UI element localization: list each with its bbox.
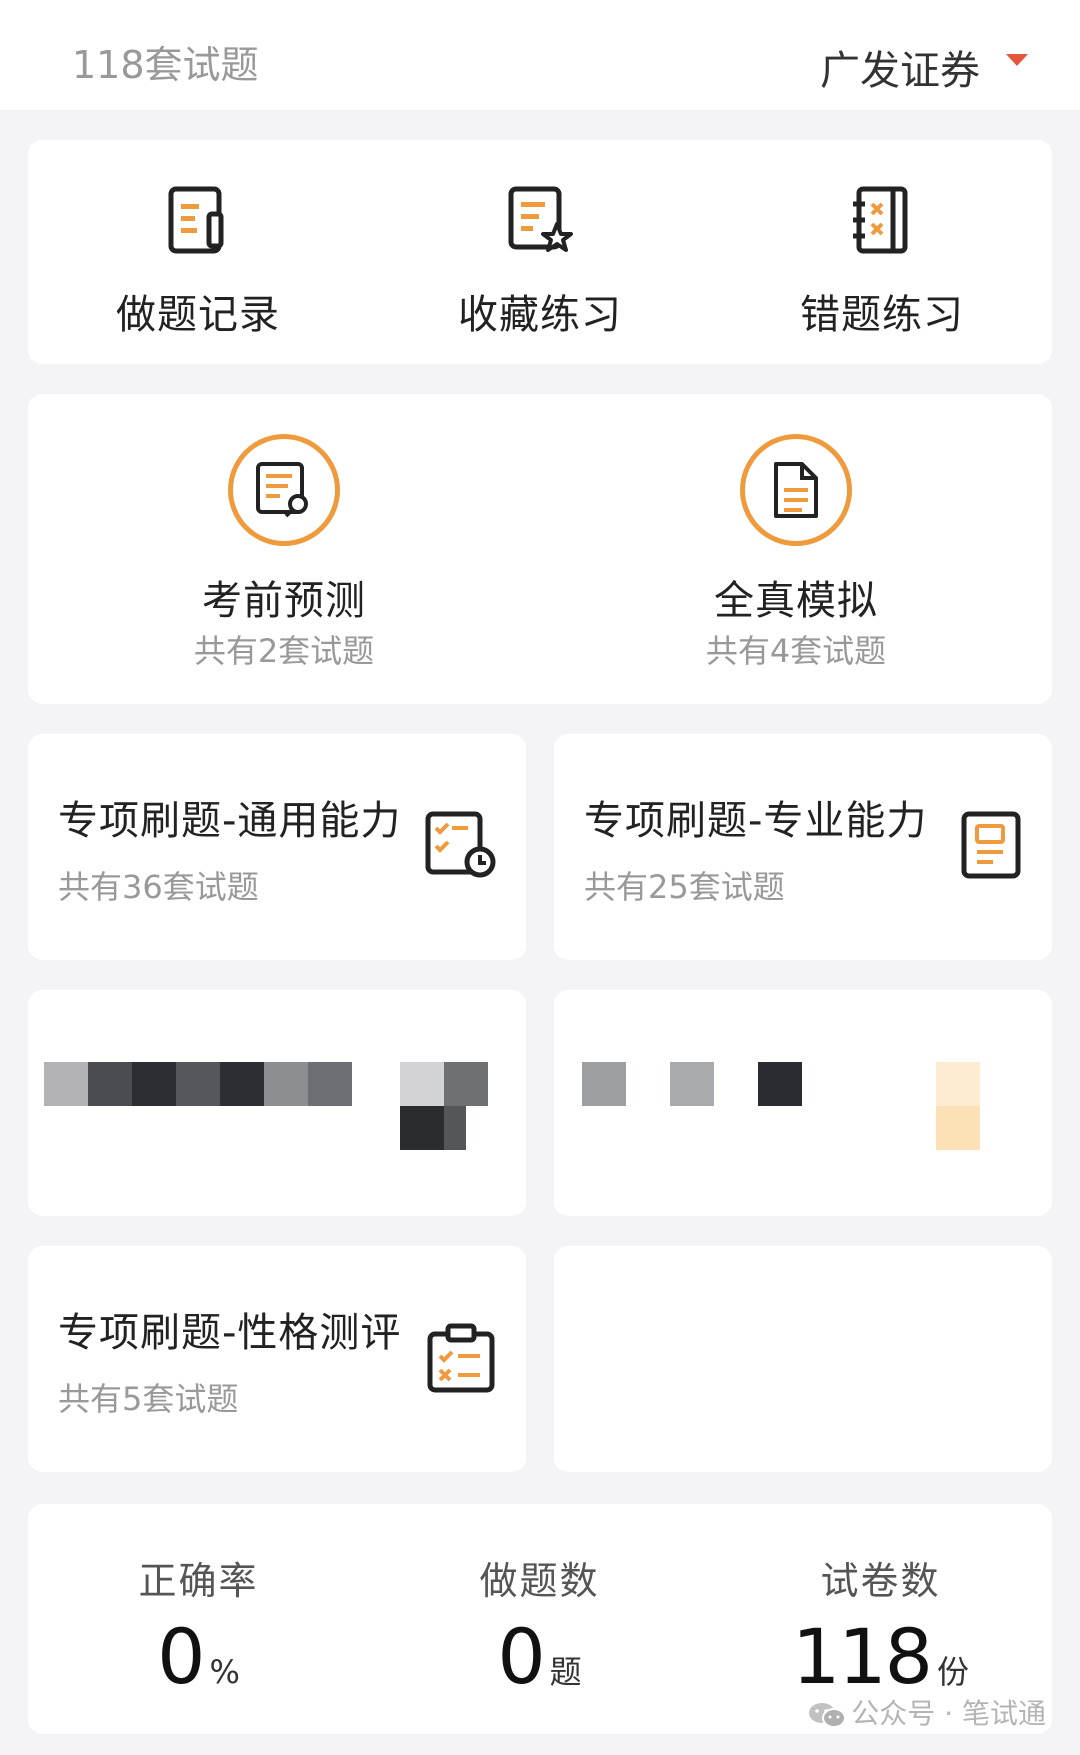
full-simulation-subtitle: 共有4套试题 <box>705 632 887 670</box>
obscured-card-right[interactable] <box>554 990 1052 1216</box>
notebook-x-icon <box>853 186 908 254</box>
wrong-questions-button[interactable]: 错题练习 <box>712 140 1052 364</box>
special-professional-ability[interactable]: 专项刷题-专业能力 共有25套试题 <box>554 734 1052 960</box>
pixel-block <box>400 1106 444 1150</box>
watermark: 公众号 · 笔试通 <box>807 1692 1046 1732</box>
papers-unit: 份 <box>937 1653 970 1691</box>
pixel-block <box>670 1062 714 1106</box>
document-icon <box>774 462 818 518</box>
test-types-card: 考前预测 共有2套试题 全真模拟 共有4套试题 <box>28 394 1052 704</box>
special-personality-test[interactable]: 专项刷题-性格测评 共有5套试题 <box>28 1246 526 1472</box>
doc-pencil-icon <box>168 186 224 254</box>
papers-value: 118 <box>791 1612 933 1701</box>
special-general-subtitle: 共有36套试题 <box>58 868 259 906</box>
pixel-block <box>88 1062 132 1106</box>
pre-exam-subtitle: 共有2套试题 <box>193 632 375 670</box>
pixel-block <box>308 1062 352 1106</box>
special-personality-subtitle: 共有5套试题 <box>58 1380 239 1418</box>
quick-actions-card: 做题记录 收藏练习 错题练习 <box>28 140 1052 364</box>
obscured-card-left[interactable] <box>28 990 526 1216</box>
special-professional-subtitle: 共有25套试题 <box>584 868 785 906</box>
full-simulation-title: 全真模拟 <box>714 578 878 624</box>
empty-card <box>554 1246 1052 1472</box>
favorite-label: 收藏练习 <box>458 292 622 338</box>
special-general-title: 专项刷题-通用能力 <box>58 798 402 844</box>
pixel-block <box>582 1062 626 1106</box>
special-general-ability[interactable]: 专项刷题-通用能力 共有36套试题 <box>28 734 526 960</box>
full-simulation[interactable]: 全真模拟 共有4套试题 <box>540 394 1052 704</box>
circle-badge <box>740 434 852 546</box>
test-count: 118套试题 <box>72 43 259 87</box>
record-label: 做题记录 <box>116 292 280 338</box>
accuracy-value: 0 <box>157 1612 205 1701</box>
questions-done-stat: 做题数 0题 <box>369 1504 710 1734</box>
pixel-block <box>444 1106 466 1150</box>
accuracy-label: 正确率 <box>138 1559 259 1603</box>
questions-done-value: 0 <box>497 1612 545 1701</box>
accuracy-unit: % <box>209 1653 240 1691</box>
pixel-block <box>132 1062 176 1106</box>
pre-exam-prediction[interactable]: 考前预测 共有2套试题 <box>28 394 540 704</box>
pixel-block <box>400 1062 444 1106</box>
profile-doc-icon <box>961 811 1021 879</box>
wechat-icon <box>809 1703 847 1728</box>
pixel-block <box>936 1062 980 1106</box>
checklist-clock-icon <box>425 811 496 878</box>
watermark-text: 公众号 · 笔试通 <box>851 1697 1046 1730</box>
caret-down-icon[interactable] <box>1006 54 1028 66</box>
pixel-block <box>264 1062 308 1106</box>
favorite-button[interactable]: 收藏练习 <box>370 140 710 364</box>
wrong-questions-label: 错题练习 <box>800 292 964 338</box>
pre-exam-title: 考前预测 <box>202 578 366 624</box>
doc-search-icon <box>256 462 308 518</box>
pixel-block <box>936 1106 980 1150</box>
circle-badge <box>228 434 340 546</box>
clipboard-check-icon <box>427 1323 495 1393</box>
doc-star-icon <box>508 186 573 252</box>
special-professional-title: 专项刷题-专业能力 <box>584 798 928 844</box>
record-button[interactable]: 做题记录 <box>28 140 368 364</box>
header-bar: 118套试题 广发证券 <box>0 0 1080 110</box>
pixel-block <box>444 1062 488 1106</box>
questions-done-label: 做题数 <box>479 1559 600 1603</box>
pixel-block <box>44 1062 88 1106</box>
questions-done-unit: 题 <box>549 1653 582 1691</box>
company-selector[interactable]: 广发证券 <box>820 38 980 96</box>
special-personality-title: 专项刷题-性格测评 <box>58 1310 402 1356</box>
pixel-block <box>758 1062 802 1106</box>
accuracy-stat: 正确率 0% <box>28 1504 369 1734</box>
pixel-block <box>220 1062 264 1106</box>
pixel-block <box>176 1062 220 1106</box>
papers-label: 试卷数 <box>820 1559 941 1603</box>
